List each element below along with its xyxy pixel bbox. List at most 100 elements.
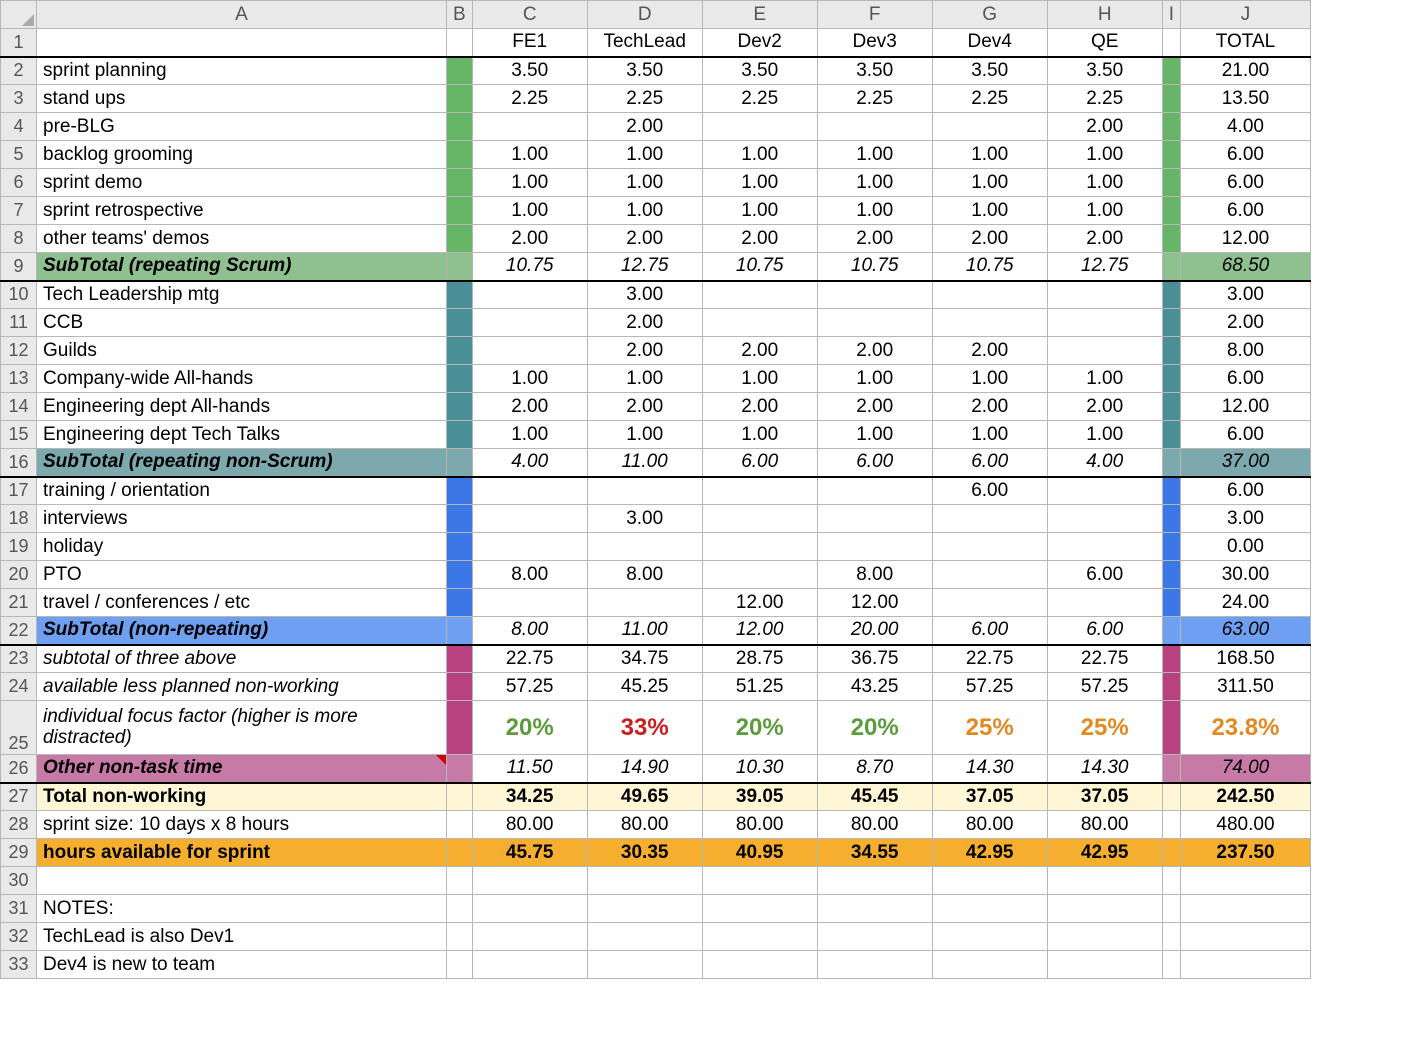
cell[interactable]: 4.00 xyxy=(1180,113,1310,141)
cell[interactable]: 80.00 xyxy=(932,811,1047,839)
cell[interactable]: 14.30 xyxy=(1047,755,1162,783)
cell[interactable] xyxy=(702,867,817,895)
cell[interactable]: 80.00 xyxy=(472,811,587,839)
cell[interactable]: 39.05 xyxy=(702,783,817,811)
cell[interactable]: 8.70 xyxy=(817,755,932,783)
cell[interactable]: NOTES: xyxy=(37,895,447,923)
cell[interactable]: 1.00 xyxy=(472,169,587,197)
col-header-A[interactable]: A xyxy=(37,1,447,29)
cell[interactable]: 45.45 xyxy=(817,783,932,811)
row-header[interactable]: 5 xyxy=(1,141,37,169)
cell[interactable]: other teams' demos xyxy=(37,225,447,253)
cell[interactable]: Engineering dept All-hands xyxy=(37,393,447,421)
row-header[interactable]: 9 xyxy=(1,253,37,281)
cell[interactable] xyxy=(1047,867,1162,895)
cell[interactable]: 3.00 xyxy=(1180,281,1310,309)
cell[interactable]: 30.00 xyxy=(1180,561,1310,589)
cell[interactable]: 36.75 xyxy=(817,645,932,673)
cell[interactable]: 6.00 xyxy=(1180,365,1310,393)
cell[interactable]: FE1 xyxy=(472,29,587,57)
cell[interactable]: 3.50 xyxy=(932,57,1047,85)
cell[interactable] xyxy=(472,281,587,309)
cell[interactable] xyxy=(1047,505,1162,533)
cell[interactable]: 3.50 xyxy=(817,57,932,85)
cell[interactable]: 14.90 xyxy=(587,755,702,783)
cell[interactable] xyxy=(472,923,587,951)
col-header-F[interactable]: F xyxy=(817,1,932,29)
row-header[interactable]: 31 xyxy=(1,895,37,923)
cell[interactable]: 80.00 xyxy=(1047,811,1162,839)
col-header-G[interactable]: G xyxy=(932,1,1047,29)
cell[interactable]: TechLead is also Dev1 xyxy=(37,923,447,951)
cell[interactable] xyxy=(817,867,932,895)
cell[interactable]: 1.00 xyxy=(932,141,1047,169)
cell[interactable]: 37.05 xyxy=(1047,783,1162,811)
cell[interactable] xyxy=(1047,533,1162,561)
cell[interactable]: 12.00 xyxy=(702,617,817,645)
cell[interactable]: 1.00 xyxy=(817,169,932,197)
cell[interactable]: 49.65 xyxy=(587,783,702,811)
cell[interactable] xyxy=(1047,589,1162,617)
row-header[interactable]: 23 xyxy=(1,645,37,673)
cell[interactable]: 22.75 xyxy=(932,645,1047,673)
cell[interactable]: 1.00 xyxy=(702,365,817,393)
cell[interactable]: 24.00 xyxy=(1180,589,1310,617)
cell[interactable] xyxy=(932,589,1047,617)
cell[interactable]: hours available for sprint xyxy=(37,839,447,867)
cell[interactable]: 22.75 xyxy=(472,645,587,673)
cell[interactable] xyxy=(1162,811,1180,839)
cell[interactable]: 168.50 xyxy=(1180,645,1310,673)
cell[interactable]: 22.75 xyxy=(1047,645,1162,673)
cell[interactable]: 1.00 xyxy=(1047,141,1162,169)
cell[interactable]: 4.00 xyxy=(472,449,587,477)
col-header-E[interactable]: E xyxy=(702,1,817,29)
cell[interactable]: 1.00 xyxy=(587,365,702,393)
cell[interactable]: 1.00 xyxy=(587,141,702,169)
cell[interactable] xyxy=(817,951,932,979)
cell[interactable] xyxy=(702,895,817,923)
cell[interactable]: 10.75 xyxy=(932,253,1047,281)
cell[interactable]: Other non-task time xyxy=(37,755,447,783)
cell[interactable] xyxy=(817,533,932,561)
cell[interactable]: 1.00 xyxy=(702,421,817,449)
cell[interactable]: 63.00 xyxy=(1180,617,1310,645)
cell[interactable]: 1.00 xyxy=(472,141,587,169)
row-header[interactable]: 1 xyxy=(1,29,37,57)
cell[interactable]: 2.00 xyxy=(472,225,587,253)
cell[interactable]: pre-BLG xyxy=(37,113,447,141)
cell[interactable]: CCB xyxy=(37,309,447,337)
cell[interactable] xyxy=(702,533,817,561)
cell[interactable]: 1.00 xyxy=(932,421,1047,449)
cell[interactable] xyxy=(1162,839,1180,867)
row-header[interactable]: 33 xyxy=(1,951,37,979)
cell[interactable] xyxy=(702,309,817,337)
cell[interactable]: 6.00 xyxy=(1180,421,1310,449)
cell[interactable]: 1.00 xyxy=(932,197,1047,225)
cell[interactable]: 1.00 xyxy=(472,421,587,449)
cell[interactable]: 2.00 xyxy=(587,337,702,365)
cell[interactable]: 3.50 xyxy=(587,57,702,85)
cell[interactable]: 10.75 xyxy=(472,253,587,281)
row-header[interactable]: 26 xyxy=(1,755,37,783)
cell[interactable]: 6.00 xyxy=(702,449,817,477)
cell[interactable] xyxy=(1162,783,1180,811)
row-header[interactable]: 10 xyxy=(1,281,37,309)
cell[interactable]: 1.00 xyxy=(702,197,817,225)
cell[interactable]: 6.00 xyxy=(1180,169,1310,197)
cell[interactable]: travel / conferences / etc xyxy=(37,589,447,617)
cell[interactable]: 25% xyxy=(932,701,1047,755)
cell[interactable]: 242.50 xyxy=(1180,783,1310,811)
row-header[interactable]: 19 xyxy=(1,533,37,561)
cell[interactable]: 11.00 xyxy=(587,617,702,645)
row-header[interactable]: 18 xyxy=(1,505,37,533)
cell[interactable]: 1.00 xyxy=(587,169,702,197)
cell[interactable]: 4.00 xyxy=(1047,449,1162,477)
cell[interactable] xyxy=(1180,867,1310,895)
cell[interactable]: 23.8% xyxy=(1180,701,1310,755)
cell[interactable]: available less planned non-working xyxy=(37,673,447,701)
cell[interactable] xyxy=(447,867,473,895)
cell[interactable]: Dev4 is new to team xyxy=(37,951,447,979)
cell[interactable]: 1.00 xyxy=(817,421,932,449)
cell[interactable]: 3.00 xyxy=(1180,505,1310,533)
cell[interactable] xyxy=(472,309,587,337)
